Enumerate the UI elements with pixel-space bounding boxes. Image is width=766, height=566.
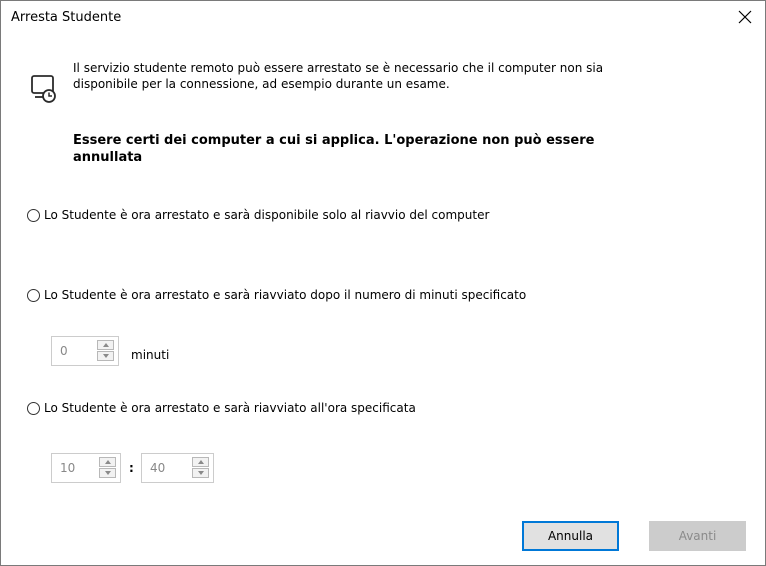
arrow-down-icon: [102, 354, 109, 358]
monitor-clock-icon: [31, 75, 56, 103]
minutes-value[interactable]: 0: [60, 344, 68, 358]
arrow-up-icon: [197, 460, 204, 464]
option-label: Lo Studente è ora arrestato e sarà riavv…: [44, 401, 416, 415]
next-button[interactable]: Avanti: [649, 521, 746, 551]
time-minutes-decrement-button[interactable]: [192, 468, 209, 478]
option-label: Lo Studente è ora arrestato e sarà riavv…: [44, 288, 527, 302]
warning-line-2: annullata: [73, 150, 143, 165]
hours-value[interactable]: 10: [60, 461, 75, 475]
option-restart-at-time[interactable]: Lo Studente è ora arrestato e sarà riavv…: [27, 401, 416, 415]
arrow-up-icon: [102, 343, 109, 347]
title-bar: Arresta Studente: [1, 1, 765, 32]
warning-line-1: Essere certi dei computer a cui si appli…: [73, 133, 595, 148]
time-minutes-value[interactable]: 40: [150, 461, 165, 475]
close-icon: [738, 10, 752, 23]
radio-button[interactable]: [27, 288, 40, 302]
minutes-stepper[interactable]: 0: [51, 336, 119, 366]
arrow-up-icon: [104, 460, 111, 464]
time-separator: :: [129, 461, 134, 475]
dialog-window: Arresta Studente Il servizio studente re…: [0, 0, 766, 566]
hours-stepper[interactable]: 10: [51, 453, 121, 483]
radio-button[interactable]: [27, 208, 40, 222]
minutes-increment-button[interactable]: [97, 340, 114, 350]
minutes-decrement-button[interactable]: [97, 351, 114, 361]
time-minutes-increment-button[interactable]: [192, 457, 209, 467]
arrow-down-icon: [197, 471, 204, 475]
hours-decrement-button[interactable]: [99, 468, 116, 478]
minutes-unit-label: minuti: [131, 348, 170, 362]
window-title: Arresta Studente: [11, 10, 122, 25]
close-button[interactable]: [725, 1, 765, 32]
option-restart-computer[interactable]: Lo Studente è ora arrestato e sarà dispo…: [27, 208, 489, 222]
info-line-1: Il servizio studente remoto può essere a…: [73, 61, 604, 75]
cancel-button[interactable]: Annulla: [522, 521, 619, 551]
time-minutes-stepper[interactable]: 40: [141, 453, 214, 483]
info-line-2: disponibile per la connessione, ad esemp…: [73, 77, 450, 91]
radio-button[interactable]: [27, 401, 40, 415]
warning-message: Essere certi dei computer a cui si appli…: [73, 132, 713, 166]
option-restart-after-minutes[interactable]: Lo Studente è ora arrestato e sarà riavv…: [27, 288, 526, 302]
hours-increment-button[interactable]: [99, 457, 116, 467]
option-label: Lo Studente è ora arrestato e sarà dispo…: [44, 208, 490, 222]
dialog-content: Il servizio studente remoto può essere a…: [9, 43, 755, 551]
info-message: Il servizio studente remoto può essere a…: [73, 60, 713, 92]
arrow-down-icon: [104, 471, 111, 475]
